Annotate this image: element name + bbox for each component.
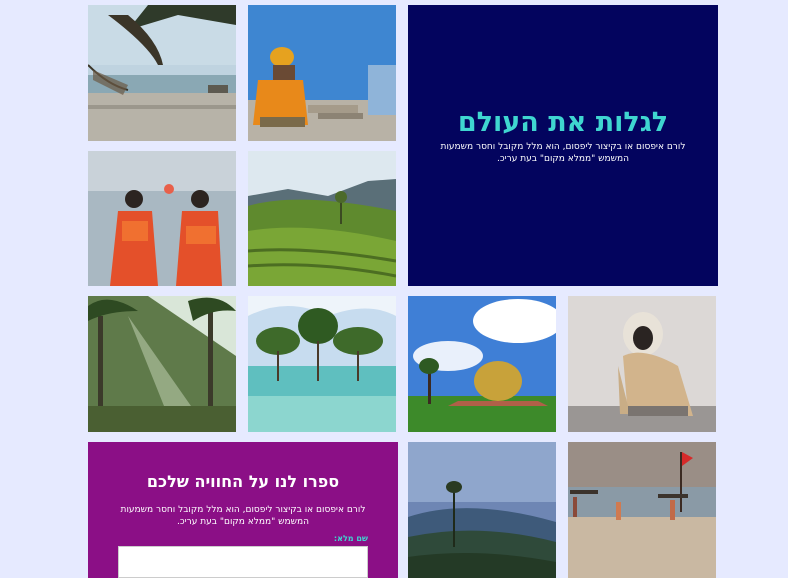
full-name-input[interactable]	[118, 546, 368, 578]
sadhu-blue-wall-photo	[248, 5, 396, 141]
form-description: לורם איפסום או בקיצור ליפסום, הוא מלל מק…	[120, 505, 366, 527]
golden-dome-matrimandir-photo	[408, 296, 556, 432]
langur-monkey-photo	[568, 296, 716, 432]
mangrove-trees-water-photo	[248, 296, 396, 432]
full-name-label: שם מלא:	[333, 534, 368, 543]
tea-plantation-hills-photo	[248, 151, 396, 286]
beach-hammock-tree-photo	[88, 5, 236, 141]
form-title: ספרו לנו על החוויה שלכם	[146, 472, 340, 491]
hero-description: לורם איפסום או בקיצור ליפסום, הוא מלל מק…	[440, 142, 686, 164]
palm-forest-sunrays-photo	[88, 296, 236, 432]
hero-panel: לגלות את העולם לורם איפסום או בקיצור ליפ…	[408, 5, 718, 286]
feedback-form-panel: ספרו לנו על החוויה שלכם לורם איפסום או ב…	[88, 442, 398, 578]
beach-fishermen-flag-photo	[568, 442, 716, 578]
misty-hills-forest-photo	[408, 442, 556, 578]
women-saris-sunset-photo	[88, 151, 236, 286]
hero-title: לגלות את העולם	[457, 107, 669, 138]
